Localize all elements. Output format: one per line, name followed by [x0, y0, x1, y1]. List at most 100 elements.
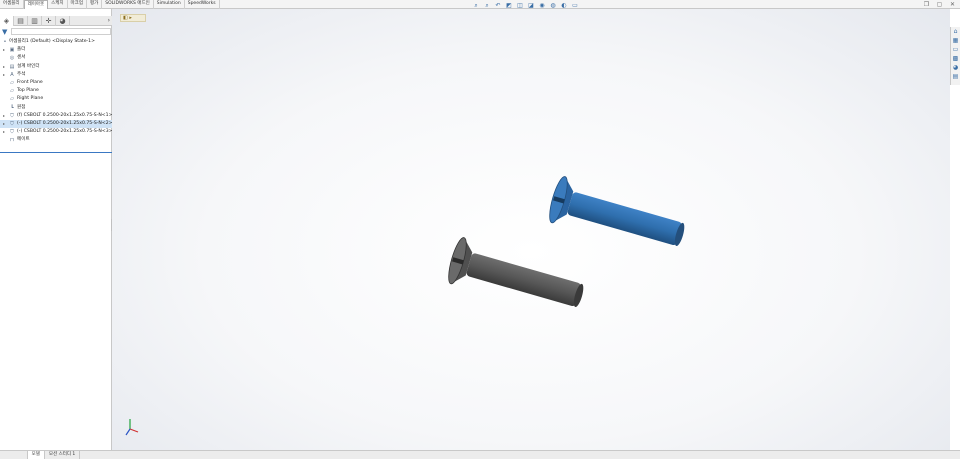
appearances-icon[interactable]: ◕: [951, 63, 960, 72]
expand-arrow-icon[interactable]: ▸: [3, 112, 5, 120]
expand-arrow-icon[interactable]: ▸: [3, 46, 5, 54]
displaymanager-icon[interactable]: ◕: [56, 15, 70, 26]
tree-root-assembly[interactable]: • 어셈블리1 (Default) <Display State-1>: [0, 38, 112, 46]
expand-arrow-icon[interactable]: ▸: [3, 71, 5, 79]
design-library-icon[interactable]: ▦: [951, 36, 960, 45]
dimxpert-icon[interactable]: ✛: [42, 15, 56, 26]
part-icon: ⛉: [10, 112, 14, 119]
task-pane: ⌂ ▦ ▭ ▩ ◕ ▤: [950, 27, 960, 85]
ribbon-tab[interactable]: 레이아웃: [23, 0, 49, 9]
featuremanager-icon[interactable]: ◈: [0, 15, 14, 26]
hide-show-icon[interactable]: ◉: [538, 2, 546, 9]
expand-arrow-icon[interactable]: ▸: [3, 120, 5, 128]
ribbon-tab[interactable]: 평가: [87, 0, 103, 9]
tree-item[interactable]: ◎ 센서: [0, 54, 112, 62]
view-palette-icon[interactable]: ▩: [951, 54, 960, 63]
solidworks-resources-icon[interactable]: ⌂: [951, 27, 960, 36]
mates-icon: ⊓: [10, 137, 14, 144]
tree-item[interactable]: ▸ ⛉ (f) CSBOLT 0.2500-20x1.25x0.75-S-N<1> …: [0, 112, 120, 120]
tree-item[interactable]: ▱ Top Plane: [0, 87, 112, 95]
bolt-blue-shank[interactable]: [567, 191, 683, 246]
tree-filter-input[interactable]: [11, 28, 111, 35]
sensor-icon: ◎: [9, 55, 15, 62]
tree-item-label: 원점: [17, 104, 26, 110]
file-explorer-icon[interactable]: ▭: [951, 45, 960, 54]
tree-item-label: Front Plane: [17, 79, 43, 85]
bottom-tabs: 모델 모션 스터디 1: [10, 451, 81, 459]
coordinate-triad: [125, 419, 139, 436]
tree-item[interactable]: ▸ ⛉ (-) CSBOLT 0.2500-20x1.25x0.75-S-N<3> …: [0, 128, 120, 136]
bottom-tab[interactable]: 모션 스터디 1: [45, 451, 81, 459]
expand-arrow-icon[interactable]: ▸: [3, 128, 5, 136]
tree-item[interactable]: ⊓ 메이트: [0, 136, 112, 144]
zoom-area-icon[interactable]: ⌕: [483, 2, 491, 9]
tree-item-label: (-) CSBOLT 0.2500-20x1.25x0.75-S-N<2> (C…: [17, 120, 121, 126]
plane-icon: ▱: [10, 79, 14, 86]
tree-item[interactable]: ▸ ▣ 폴더: [0, 46, 112, 54]
ribbon-tab[interactable]: 어셈블리: [0, 0, 24, 9]
tree-item[interactable]: ▸ ⛉ (-) CSBOLT 0.2500-20x1.25x0.75-S-N<2> …: [0, 119, 120, 129]
previous-view-icon[interactable]: ↶: [494, 2, 502, 9]
propertymanager-icon[interactable]: ▤: [14, 15, 28, 26]
tree-item-label: 설계 바인더: [17, 63, 40, 69]
window-controls: ❐ ▢ ✕: [923, 1, 956, 8]
command-manager-tabs: 어셈블리 레이아웃 스케치 마크업 평가 SOLIDWORKS 애드인 Simulation…: [0, 0, 220, 9]
command-manager-tabbar: 어셈블리 레이아웃 스케치 마크업 평가 SOLIDWORKS 애드인 Simulation…: [0, 0, 960, 9]
ribbon-tab[interactable]: 마크업: [68, 0, 87, 9]
close-icon[interactable]: ✕: [949, 1, 956, 8]
section-view-icon[interactable]: ◩: [505, 2, 513, 9]
manager-tabs: ◈ ▤ ▥ ✛ ◕ ›: [0, 15, 112, 26]
tree-item-label: (f) CSBOLT 0.2500-20x1.25x0.75-S-N<1> (C…: [17, 112, 121, 118]
restore-icon[interactable]: ❐: [923, 1, 930, 8]
ribbon-tab[interactable]: 스케치: [48, 0, 68, 9]
configurationmanager-icon[interactable]: ▥: [28, 15, 42, 26]
rollback-bar[interactable]: [0, 152, 112, 153]
expand-arrow-icon[interactable]: ▸: [3, 63, 5, 71]
binder-icon: ▤: [9, 63, 15, 70]
tile-icon[interactable]: ▢: [936, 1, 943, 8]
feature-tree: • 어셈블리1 (Default) <Display State-1> ▸ ▣ 폴더 ◎ 센…: [0, 38, 120, 144]
ribbon-tab[interactable]: SOLIDWORKS 애드인: [102, 0, 154, 9]
featuremanager-panel: ◈ ▤ ▥ ✛ ◕ › ▼ • 어셈블리1 (Default) <Display State…: [0, 9, 120, 450]
tree-item-label: 메이트: [17, 137, 30, 143]
model-view[interactable]: [112, 9, 950, 450]
custom-properties-icon[interactable]: ▤: [951, 72, 960, 81]
graphics-area[interactable]: ◧ ▸: [112, 9, 950, 450]
plane-icon: ▱: [10, 96, 14, 103]
chevron-right-icon[interactable]: ›: [108, 16, 110, 26]
tree-item[interactable]: ▸ A 주석: [0, 71, 112, 79]
ribbon-tab[interactable]: Simulation: [154, 0, 185, 9]
view-orientation-icon[interactable]: ◫: [516, 2, 524, 9]
bottom-tab[interactable]: [10, 451, 28, 459]
bottom-tab[interactable]: 모델: [27, 451, 45, 459]
tree-item-label: (-) CSBOLT 0.2500-20x1.25x0.75-S-N<3> (C…: [17, 129, 121, 135]
tree-item-label: 주석: [17, 71, 26, 77]
tree-item-label: Right Plane: [17, 96, 44, 102]
tree-item[interactable]: ▱ Right Plane: [0, 95, 112, 103]
tree-item-label: 폴더: [17, 47, 26, 53]
tree-item-label: 어셈블리1 (Default) <Display State-1>: [9, 39, 95, 44]
tree-item-label: Top Plane: [17, 88, 39, 94]
edit-appearance-icon[interactable]: ◍: [549, 2, 557, 9]
tree-item[interactable]: ▱ Front Plane: [0, 79, 112, 87]
tree-item-label: 센서: [17, 55, 26, 61]
bolt-gray-shank[interactable]: [466, 252, 582, 307]
tree-item[interactable]: ▸ ▤ 설계 바인더: [0, 63, 112, 71]
zoom-to-fit-icon[interactable]: ⌕: [472, 2, 480, 9]
apply-scene-icon[interactable]: ◐: [560, 2, 568, 9]
bolt-blue[interactable]: [546, 175, 689, 258]
bottom-tabbar: 모델 모션 스터디 1: [0, 450, 960, 459]
assembly-icon: •: [3, 39, 7, 45]
view-settings-icon[interactable]: ▭: [571, 2, 579, 9]
plane-icon: ▱: [10, 88, 14, 95]
folder-icon: ▣: [9, 47, 15, 54]
ribbon-tab[interactable]: SpeedWorks: [185, 0, 220, 9]
part-icon: ⛉: [10, 120, 14, 127]
bolt-gray[interactable]: [445, 236, 588, 319]
filter-row: ▼: [1, 28, 111, 36]
part-icon: ⛉: [10, 129, 14, 136]
tree-item[interactable]: ┗ 원점: [0, 104, 112, 112]
filter-icon[interactable]: ▼: [2, 28, 7, 36]
heads-up-view-toolbar: ⌕ ⌕ ↶ ◩ ◫ ◪ ◉ ◍ ◐ ▭: [472, 1, 579, 9]
display-style-icon[interactable]: ◪: [527, 2, 535, 9]
